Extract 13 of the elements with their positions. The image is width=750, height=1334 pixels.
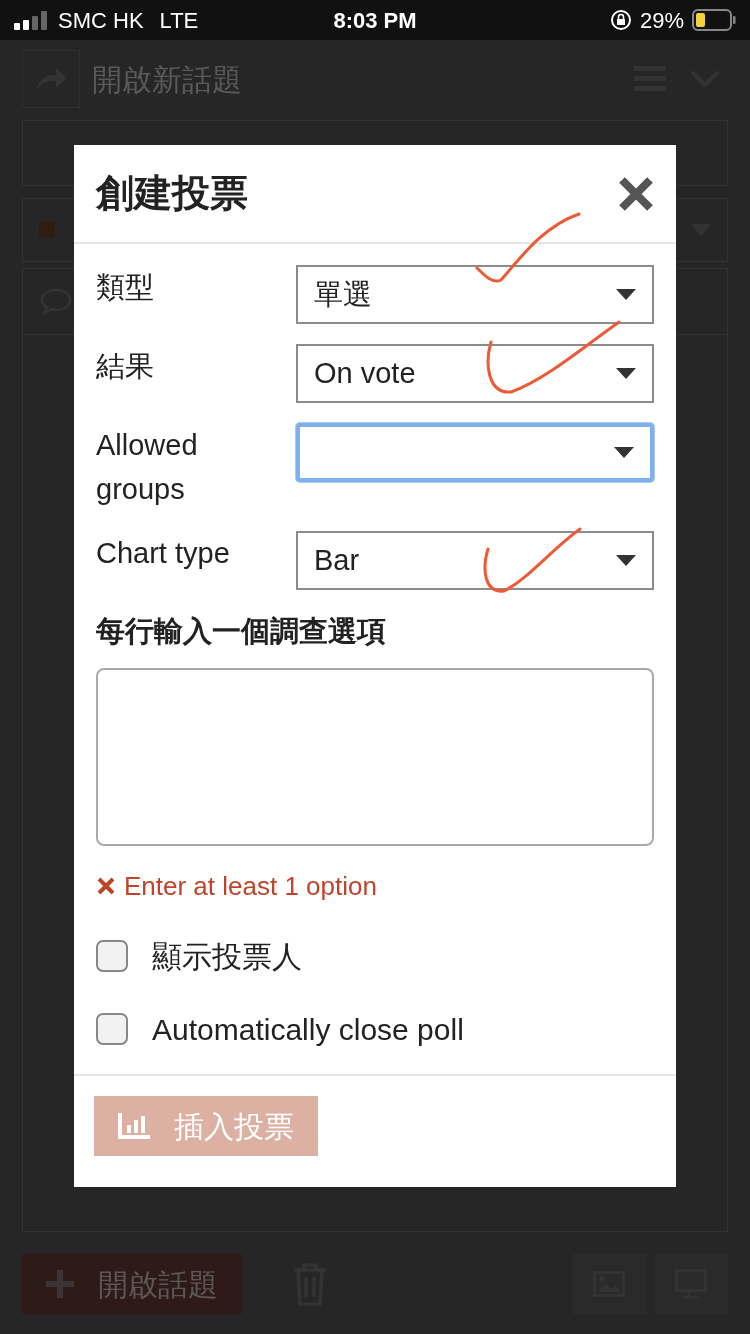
network-type: LTE [159, 6, 199, 35]
field-label: Chart type [96, 536, 231, 571]
error-message: Enter at least 1 option [124, 869, 377, 903]
dialog-title: 創建投票 [96, 171, 248, 216]
field-label: 結果 [96, 349, 155, 384]
options-label: 每行輸入一個調查選項 [96, 614, 387, 649]
checkbox-label: 顯示投票人 [152, 938, 302, 975]
clock-time: 8:03 PM [333, 7, 417, 33]
field-label: 類型 [96, 270, 155, 305]
carrier-name: SMC HK [58, 6, 144, 35]
field-label: Allowed groups [96, 428, 199, 507]
checkbox-label: Automatically close poll [152, 1011, 464, 1048]
battery-percent: 29% [639, 6, 684, 35]
